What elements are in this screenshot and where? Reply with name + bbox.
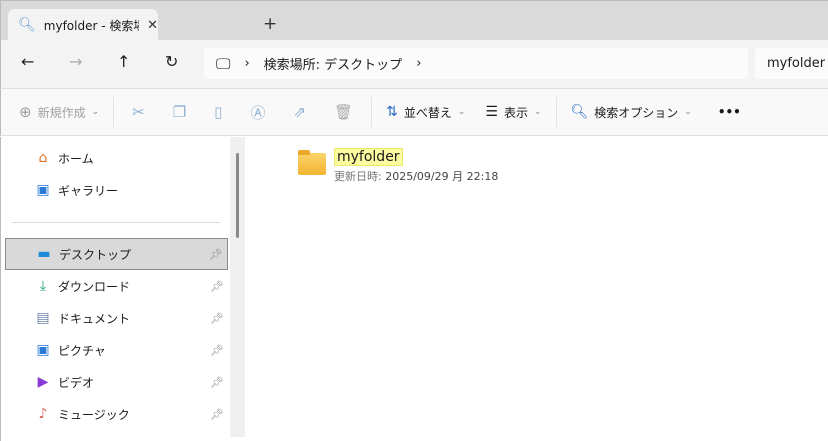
result-name[interactable]: myfolder bbox=[334, 148, 403, 166]
chevron-down-icon: ⌄ bbox=[91, 107, 100, 117]
chevron-down-icon: ⌄ bbox=[684, 107, 692, 117]
cut-icon[interactable]: ✂ bbox=[132, 103, 145, 121]
command-bar: ⊕ 新規作成 ⌄ ✂ ❐ ▯ Ⓐ ⇗ 🗑︎ ⇅ 並べ替え ⌄ ☰ 表示 ⌄ 🔍︎ 検索… bbox=[0, 88, 828, 136]
sidebar-item-desktop[interactable]: ▬ デスクトップ 📌︎ bbox=[5, 238, 228, 270]
refresh-button[interactable]: ↻ bbox=[165, 52, 178, 71]
sidebar-item-label: ドキュメント bbox=[58, 311, 131, 326]
pin-icon[interactable]: 📌︎ bbox=[210, 408, 224, 421]
breadcrumb-location[interactable]: 検索場所: デスクトップ bbox=[264, 54, 403, 73]
search-options-icon: 🔍︎ bbox=[570, 104, 589, 120]
view-label: 表示 bbox=[503, 105, 528, 120]
address-bar[interactable]: 🖵 › 検索場所: デスクトップ › bbox=[204, 48, 748, 79]
plus-circle-icon: ⊕ bbox=[19, 103, 32, 121]
sidebar-item-videos[interactable]: ▶ ビデオ 📌︎ bbox=[5, 366, 228, 398]
sidebar-item-label: ダウンロード bbox=[58, 279, 131, 294]
modified-value: 2025/09/29 月 22:18 bbox=[385, 170, 499, 183]
breadcrumb-chevron[interactable]: › bbox=[416, 56, 421, 71]
sidebar-item-label: ギャラリー bbox=[58, 183, 119, 198]
navigation-bar: ← → ↑ ↻ 🖵 › 検索場所: デスクトップ › myfolder bbox=[0, 40, 828, 88]
divider bbox=[113, 97, 115, 127]
search-result-item[interactable]: myfolder 更新日時: 2025/09/29 月 22:18 bbox=[298, 148, 498, 184]
pin-icon[interactable]: 📌︎ bbox=[210, 280, 224, 293]
sidebar-item-home[interactable]: ⌂ ホーム bbox=[5, 142, 228, 174]
copy-icon[interactable]: ❐ bbox=[173, 103, 186, 121]
delete-icon[interactable]: 🗑︎ bbox=[334, 103, 353, 121]
sort-button[interactable]: ⇅ 並べ替え ⌄ bbox=[376, 96, 475, 128]
sidebar-item-label: デスクトップ bbox=[59, 247, 132, 262]
pictures-icon: ▣ bbox=[36, 342, 50, 358]
download-icon: ⤓ bbox=[39, 278, 47, 294]
more-button[interactable]: ••• bbox=[702, 96, 751, 128]
new-label: 新規作成 bbox=[37, 105, 86, 120]
videos-icon: ▶ bbox=[37, 374, 49, 390]
sort-label: 並べ替え bbox=[403, 105, 452, 120]
divider bbox=[12, 222, 220, 223]
pin-icon[interactable]: 📌︎ bbox=[210, 312, 224, 325]
divider bbox=[371, 97, 373, 127]
search-input[interactable]: myfolder bbox=[755, 48, 828, 79]
home-icon: ⌂ bbox=[38, 150, 48, 166]
sidebar-item-label: ミュージック bbox=[58, 407, 130, 422]
chevron-down-icon: ⌄ bbox=[457, 107, 466, 117]
up-button[interactable]: ↑ bbox=[117, 52, 130, 71]
title-bar: 🔍︎ myfolder - 検索場所: デスクトップ ✕ + bbox=[0, 0, 828, 41]
chevron-down-icon: ⌄ bbox=[533, 107, 542, 117]
result-modified: 更新日時: 2025/09/29 月 22:18 bbox=[334, 168, 498, 184]
sidebar-item-music[interactable]: ♪ ミュージック 📌︎ bbox=[5, 398, 228, 430]
paste-icon[interactable]: ▯ bbox=[214, 103, 222, 121]
forward-button[interactable]: → bbox=[69, 52, 82, 71]
divider bbox=[555, 97, 557, 127]
navigation-pane: ⌂ ホーム ▣ ギャラリー ▬ デスクトップ 📌︎ ⤓ ダウンロード 📌︎ ▤ ドキュメント 📌… bbox=[0, 137, 230, 441]
music-icon: ♪ bbox=[38, 406, 48, 422]
sort-icon: ⇅ bbox=[386, 104, 398, 120]
pin-icon[interactable]: 📌︎ bbox=[210, 344, 224, 357]
gallery-icon: ▣ bbox=[36, 182, 50, 198]
pin-icon[interactable]: 📌︎ bbox=[210, 376, 224, 389]
sidebar-scrollbar[interactable] bbox=[230, 137, 245, 437]
documents-icon: ▤ bbox=[36, 310, 50, 326]
tab-search-results[interactable]: 🔍︎ myfolder - 検索場所: デスクトップ ✕ bbox=[8, 9, 158, 41]
view-button[interactable]: ☰ 表示 ⌄ bbox=[475, 96, 551, 128]
new-tab-button[interactable]: + bbox=[263, 14, 277, 34]
back-button[interactable]: ← bbox=[21, 52, 34, 71]
rename-icon[interactable]: Ⓐ bbox=[250, 102, 265, 123]
breadcrumb-separator: › bbox=[244, 56, 250, 71]
sidebar-item-label: ホーム bbox=[58, 151, 94, 166]
tab-title: myfolder - 検索場所: デスクトップ bbox=[43, 18, 139, 33]
close-tab-button[interactable]: ✕ bbox=[147, 18, 158, 33]
sidebar-item-downloads[interactable]: ⤓ ダウンロード 📌︎ bbox=[5, 270, 228, 302]
sidebar-item-label: ビデオ bbox=[58, 375, 95, 390]
sidebar-item-pictures[interactable]: ▣ ピクチャ 📌︎ bbox=[5, 334, 228, 366]
new-button[interactable]: ⊕ 新規作成 ⌄ bbox=[1, 96, 109, 128]
modified-label: 更新日時: bbox=[334, 170, 382, 183]
sidebar-item-documents[interactable]: ▤ ドキュメント 📌︎ bbox=[5, 302, 228, 334]
sidebar-item-gallery[interactable]: ▣ ギャラリー bbox=[5, 174, 228, 206]
computer-icon: 🖵 bbox=[216, 54, 231, 73]
search-options-label: 検索オプション bbox=[594, 105, 679, 120]
pin-icon[interactable]: 📌︎ bbox=[209, 248, 223, 261]
share-icon[interactable]: ⇗ bbox=[293, 103, 306, 121]
search-options-button[interactable]: 🔍︎ 検索オプション ⌄ bbox=[561, 96, 702, 128]
search-icon: 🔍︎ bbox=[18, 17, 36, 33]
list-view-icon: ☰ bbox=[485, 104, 498, 120]
sidebar-item-label: ピクチャ bbox=[58, 343, 106, 358]
scrollbar-thumb[interactable] bbox=[236, 153, 239, 238]
desktop-icon: ▬ bbox=[37, 246, 51, 262]
folder-icon bbox=[298, 150, 326, 175]
